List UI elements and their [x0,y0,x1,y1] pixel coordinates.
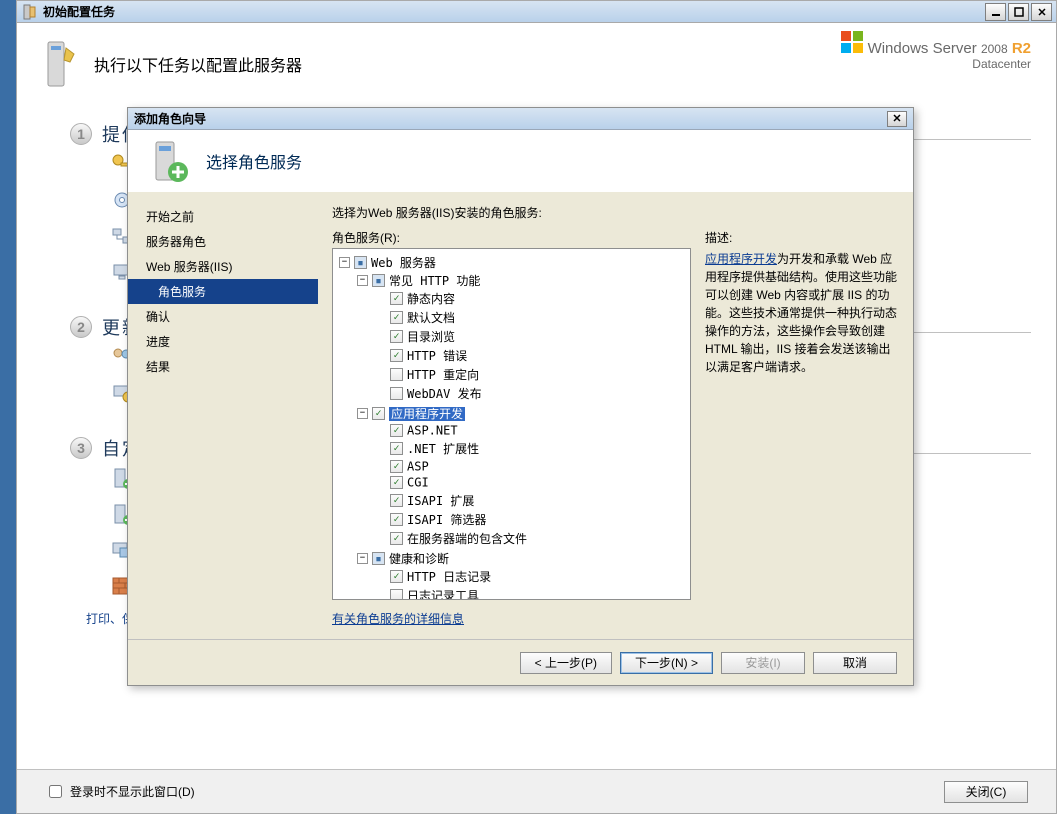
checkbox[interactable] [390,513,403,526]
wizard-body: 开始之前 服务器角色 Web 服务器(IIS) 角色服务 确认 进度 结果 选择… [128,192,913,639]
brand: Windows Server 2008 R2 Datacenter [841,31,1031,71]
server-icon [42,40,80,88]
checkbox[interactable] [390,349,403,362]
node-common-http[interactable]: 常见 HTTP 功能 [389,274,480,288]
checkbox[interactable] [390,368,403,381]
checkbox[interactable] [390,387,403,400]
wizard-banner: 选择角色服务 [128,130,913,192]
app-icon [21,4,37,20]
node-ssi[interactable]: 在服务器端的包含文件 [407,532,527,546]
titlebar: 初始配置任务 [17,1,1056,23]
step-2-number: 2 [70,316,92,338]
description-text: 为开发和承载 Web 应用程序提供基础结构。使用这些功能可以创建 Web 内容或… [705,252,897,374]
close-window-button[interactable]: 关闭(C) [944,781,1028,803]
maximize-button[interactable] [1008,3,1029,21]
brand-edition: Datacenter [841,57,1031,71]
node-static[interactable]: 静态内容 [407,292,455,306]
description-link[interactable]: 应用程序开发 [705,252,777,266]
node-logtools[interactable]: 日志记录工具 [407,589,479,601]
node-isapiext[interactable]: ISAPI 扩展 [407,494,474,508]
windows-flag-icon [841,31,863,53]
close-button[interactable] [1031,3,1052,21]
minimize-button[interactable] [985,3,1006,21]
wizard-buttons: < 上一步(P) 下一步(N) > 安装(I) 取消 [128,639,913,685]
node-errors[interactable]: HTTP 错误 [407,349,467,363]
collapse-icon[interactable]: − [339,257,350,268]
node-browse[interactable]: 目录浏览 [407,330,455,344]
step-3-number: 3 [70,437,92,459]
nav-progress[interactable]: 进度 [128,329,318,354]
wizard-prompt: 选择为Web 服务器(IIS)安装的角色服务: [332,204,899,221]
node-health[interactable]: 健康和诊断 [389,552,449,566]
node-appdev[interactable]: 应用程序开发 [389,407,465,421]
install-button: 安装(I) [721,652,805,674]
wizard-close-button[interactable]: ✕ [887,111,907,127]
dont-show-label: 登录时不显示此窗口(D) [70,783,195,800]
brand-year: 2008 [981,42,1008,56]
nav-confirm[interactable]: 确认 [128,304,318,329]
node-httplog[interactable]: HTTP 日志记录 [407,570,491,584]
collapse-icon[interactable]: − [357,553,368,564]
node-aspnet[interactable]: ASP.NET [407,424,458,438]
footer: 登录时不显示此窗口(D) 关闭(C) [17,769,1056,813]
wizard-nav: 开始之前 服务器角色 Web 服务器(IIS) 角色服务 确认 进度 结果 [128,192,318,639]
brand-name: Windows Server [868,40,977,57]
node-defdoc[interactable]: 默认文档 [407,311,455,325]
node-webdav[interactable]: WebDAV 发布 [407,387,482,401]
window-title: 初始配置任务 [43,3,985,20]
description-label: 描述: [705,229,899,246]
checkbox[interactable] [390,442,403,455]
headline: 执行以下任务以配置此服务器 [94,52,302,76]
checkbox[interactable] [390,330,403,343]
tree-label: 角色服务(R): [332,229,691,246]
brand-rev: R2 [1012,40,1031,57]
collapse-icon[interactable]: − [357,408,368,419]
checkbox[interactable] [390,424,403,437]
checkbox[interactable] [390,311,403,324]
role-services-tree[interactable]: −Web 服务器 −常见 HTTP 功能 静态内容 默认文档 目录浏览 HTTP… [332,248,691,600]
description-panel: 描述: 应用程序开发为开发和承载 Web 应用程序提供基础结构。使用这些功能可以… [705,229,899,627]
nav-before-you-begin[interactable]: 开始之前 [128,204,318,229]
node-isapifilt[interactable]: ISAPI 筛选器 [407,513,486,527]
collapse-icon[interactable]: − [357,275,368,286]
checkbox[interactable] [372,407,385,420]
dont-show-checkbox[interactable] [49,785,62,798]
step-1-number: 1 [70,123,92,145]
next-button[interactable]: 下一步(N) > [620,652,713,674]
wizard-banner-icon [146,138,192,184]
nav-server-roles[interactable]: 服务器角色 [128,229,318,254]
checkbox[interactable] [372,552,385,565]
wizard-banner-text: 选择角色服务 [206,149,302,173]
checkbox[interactable] [354,256,367,269]
cancel-button[interactable]: 取消 [813,652,897,674]
checkbox[interactable] [390,532,403,545]
nav-web-server-iis[interactable]: Web 服务器(IIS) [128,254,318,279]
checkbox[interactable] [390,476,403,489]
node-redirect[interactable]: HTTP 重定向 [407,368,479,382]
wizard-main: 选择为Web 服务器(IIS)安装的角色服务: 角色服务(R): −Web 服务… [318,192,913,639]
node-asp[interactable]: ASP [407,459,429,473]
description-body: 应用程序开发为开发和承载 Web 应用程序提供基础结构。使用这些功能可以创建 W… [705,250,899,376]
checkbox[interactable] [390,570,403,583]
checkbox[interactable] [390,460,403,473]
checkbox[interactable] [390,292,403,305]
wizard-titlebar: 添加角色向导 ✕ [128,108,913,130]
nav-role-services[interactable]: 角色服务 [128,279,318,304]
node-cgi[interactable]: CGI [407,476,429,490]
node-netext[interactable]: .NET 扩展性 [407,442,479,456]
more-info-link[interactable]: 有关角色服务的详细信息 [332,610,691,627]
checkbox[interactable] [372,274,385,287]
header: 执行以下任务以配置此服务器 Windows Server 2008 R2 Dat… [17,23,1056,105]
node-web-server[interactable]: Web 服务器 [371,256,436,270]
checkbox[interactable] [390,589,403,601]
add-roles-wizard: 添加角色向导 ✕ 选择角色服务 开始之前 服务器角色 Web 服务器(IIS) … [127,107,914,686]
prev-button[interactable]: < 上一步(P) [520,652,612,674]
nav-result[interactable]: 结果 [128,354,318,379]
checkbox[interactable] [390,494,403,507]
wizard-title: 添加角色向导 [134,110,887,127]
